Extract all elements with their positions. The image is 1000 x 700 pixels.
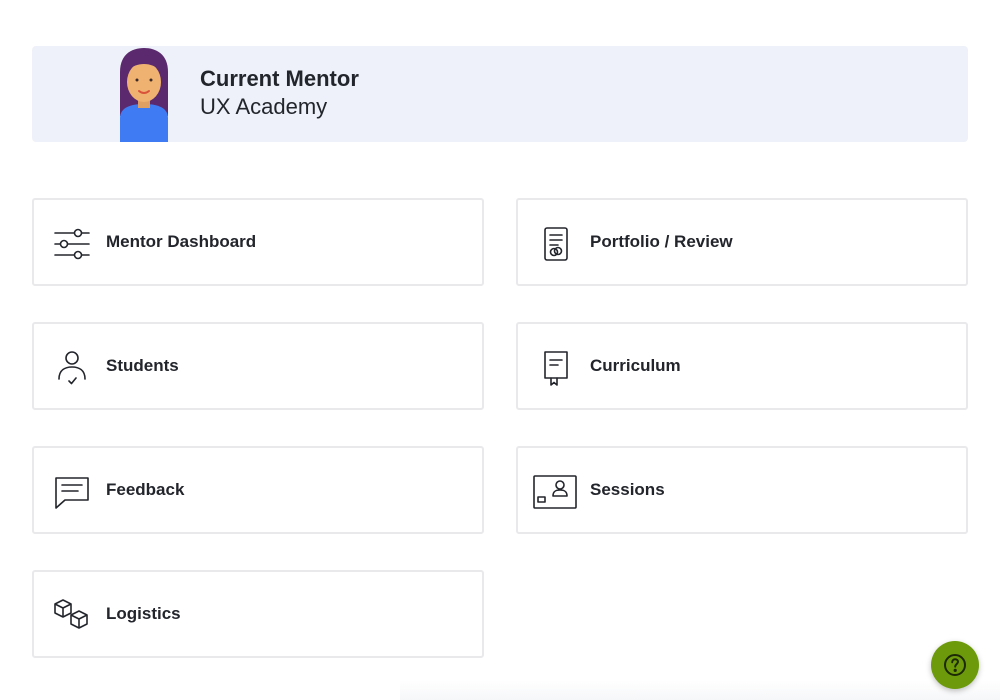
user-check-icon	[52, 348, 92, 388]
cubes-icon	[52, 596, 92, 636]
menu-card-label: Curriculum	[590, 356, 681, 375]
header-subtitle: UX Academy	[200, 94, 328, 119]
video-session-icon	[532, 472, 578, 512]
menu-card-label: Logistics	[106, 604, 181, 623]
menu-card-feedback[interactable]: Feedback	[32, 446, 484, 534]
mentor-header: Current Mentor UX Academy	[32, 46, 968, 142]
menu-card-students[interactable]: Students	[32, 322, 484, 410]
sliders-icon	[52, 224, 92, 264]
help-button[interactable]	[931, 641, 979, 689]
menu-card-logistics[interactable]: Logistics	[32, 570, 484, 658]
document-review-icon	[536, 224, 576, 264]
menu-card-label: Sessions	[590, 480, 665, 499]
mentor-avatar	[120, 48, 168, 142]
menu-card-label: Feedback	[106, 480, 185, 499]
chat-bubble-icon	[52, 472, 92, 512]
menu-card-label: Mentor Dashboard	[106, 232, 257, 251]
header-title: Current Mentor	[200, 66, 359, 91]
menu-card-portfolio-review[interactable]: Portfolio / Review	[516, 198, 968, 286]
menu-card-mentor-dashboard[interactable]: Mentor Dashboard	[32, 198, 484, 286]
bottom-shadow	[400, 680, 1000, 700]
bookmark-doc-icon	[536, 348, 576, 388]
question-icon	[944, 654, 966, 676]
menu-card-label: Portfolio / Review	[590, 232, 733, 251]
menu-card-sessions[interactable]: Sessions	[516, 446, 968, 534]
menu-card-label: Students	[106, 356, 179, 375]
menu-card-curriculum[interactable]: Curriculum	[516, 322, 968, 410]
